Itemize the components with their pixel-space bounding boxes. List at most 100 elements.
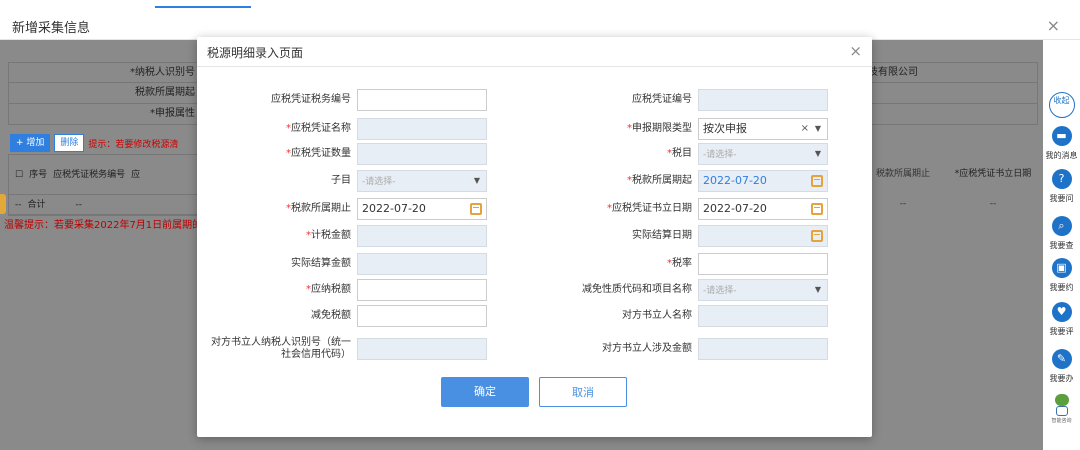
collapse-button[interactable]: 收起 bbox=[1043, 92, 1080, 118]
field-label: 减免性质代码和项目名称 bbox=[558, 284, 698, 296]
field-label-text: 应税凭证税务编号 bbox=[271, 94, 351, 105]
field-label: 对方书立人纳税人识别号（统一社会信用代码） bbox=[202, 337, 357, 361]
field-label-text: 税款所属期止 bbox=[291, 203, 351, 214]
form-row-r-3: *税款所属期起 2022-07-20 bbox=[558, 170, 828, 192]
field-label: *税款所属期起 bbox=[558, 175, 698, 187]
cancel-button[interactable]: 取消 bbox=[539, 377, 627, 407]
calendar-icon[interactable] bbox=[811, 230, 823, 242]
rail-item[interactable]: ▬ 我的消息 bbox=[1043, 126, 1080, 161]
close-icon[interactable]: × bbox=[849, 42, 862, 60]
field-label-text: 税目 bbox=[672, 148, 692, 159]
search-icon[interactable]: ⌕ bbox=[1051, 216, 1072, 236]
form-row-r-7: 减免性质代码和项目名称 -请选择- ▼ bbox=[558, 279, 828, 301]
bg-warning-text: 温馨提示：若要采集2022年7月1日前属期的税 bbox=[4, 220, 213, 231]
bg-total-label: 合计 bbox=[27, 200, 46, 210]
top-strip bbox=[0, 0, 1080, 8]
select-field[interactable]: 按次申报 ▼ × bbox=[698, 118, 828, 140]
heart-icon[interactable]: ♥ bbox=[1051, 302, 1072, 322]
rail-item[interactable]: ▣ 我要约 bbox=[1043, 258, 1080, 293]
question-icon[interactable]: ? bbox=[1051, 169, 1072, 189]
calendar-icon[interactable] bbox=[811, 203, 823, 215]
bg-add-button[interactable]: + 增加 bbox=[10, 134, 51, 152]
field-placeholder: -请选择- bbox=[703, 150, 737, 160]
bg-table-header: ☐ 序号 应税凭证税务编号 应 bbox=[9, 155, 197, 195]
collapse-icon[interactable]: 收起 bbox=[1048, 92, 1075, 118]
field-label-text: 应税凭证名称 bbox=[291, 123, 351, 134]
rail-item[interactable]: ♥ 我要评 bbox=[1043, 302, 1080, 337]
calendar-icon[interactable] bbox=[811, 175, 823, 187]
bg-label: 税款所属期起 bbox=[135, 87, 195, 98]
field-label: 子目 bbox=[202, 175, 357, 187]
text-field[interactable] bbox=[357, 305, 487, 327]
text-field[interactable] bbox=[357, 253, 487, 275]
field-label: *税款所属期止 bbox=[202, 203, 357, 215]
select-field[interactable]: -请选择- ▼ bbox=[698, 143, 828, 165]
text-field[interactable] bbox=[357, 338, 487, 360]
field-label: *计税金额 bbox=[202, 230, 357, 242]
bg-checkbox[interactable]: ☐ bbox=[9, 155, 23, 194]
text-field[interactable] bbox=[357, 225, 487, 247]
text-field[interactable] bbox=[357, 143, 487, 165]
bg-col-extra: 应 bbox=[131, 170, 141, 180]
field-label: *应纳税额 bbox=[202, 284, 357, 296]
text-field[interactable] bbox=[698, 338, 828, 360]
select-field[interactable]: -请选择- ▼ bbox=[698, 279, 828, 301]
rail-item-label: 我要评 bbox=[1049, 327, 1074, 336]
calendar-icon[interactable]: ▣ bbox=[1051, 258, 1072, 278]
bg-right-row: -- -- bbox=[858, 194, 1038, 214]
bg-delete-button[interactable]: 删除 bbox=[54, 134, 85, 152]
calendar-icon[interactable] bbox=[470, 203, 482, 215]
field-label-text: 税率 bbox=[672, 258, 692, 269]
select-field[interactable]: -请选择- ▼ bbox=[357, 170, 487, 192]
field-label: 实际结算金额 bbox=[202, 258, 357, 270]
field-value: 2022-07-20 bbox=[703, 202, 767, 215]
bg-company-name: 技有限公司 bbox=[868, 67, 918, 78]
message-icon[interactable]: ▬ bbox=[1051, 126, 1072, 146]
robot-assistant[interactable]: 智能咨询 bbox=[1043, 394, 1080, 424]
field-label: 实际结算日期 bbox=[558, 230, 698, 242]
tax-source-dialog: 税源明细录入页面 × 应税凭证税务编号 *应税凭证名称 *应税凭证数量 子目 -请选择-… bbox=[197, 37, 872, 437]
date-field[interactable]: 2022-07-20 bbox=[698, 170, 828, 192]
rail-item-label: 我的消息 bbox=[1045, 151, 1078, 160]
text-field[interactable] bbox=[698, 253, 828, 275]
date-field[interactable]: 2022-07-20 bbox=[357, 198, 487, 220]
chevron-down-icon[interactable]: ▼ bbox=[815, 144, 821, 164]
form-row-l-1: *应税凭证名称 bbox=[202, 118, 487, 140]
rail-item[interactable]: ⌕ 我要查 bbox=[1043, 216, 1080, 251]
field-label: 应税凭证税务编号 bbox=[202, 94, 357, 106]
bg-hint-text: 提示：若要修改税源清 bbox=[88, 139, 179, 150]
chevron-down-icon[interactable]: ▼ bbox=[474, 171, 480, 191]
confirm-button[interactable]: 确定 bbox=[441, 377, 529, 407]
text-field[interactable] bbox=[357, 118, 487, 140]
chevron-down-icon[interactable]: ▼ bbox=[815, 119, 821, 139]
field-label-text: 对方书立人涉及金额 bbox=[602, 343, 692, 354]
rail-item-label: 我要办 bbox=[1049, 374, 1074, 383]
bg-dash: -- bbox=[989, 199, 997, 209]
text-field[interactable] bbox=[698, 89, 828, 111]
form-row-l-5: *计税金额 bbox=[202, 225, 487, 247]
edit-icon[interactable]: ✎ bbox=[1051, 349, 1072, 369]
chevron-down-icon[interactable]: ▼ bbox=[815, 280, 821, 300]
help-rail: 收起 ▬ 我的消息 ? 我要问 ⌕ 我要查 ▣ 我要约 ♥ 我要评 ✎ 我要办 智能咨询 bbox=[1043, 40, 1080, 450]
field-label: *税率 bbox=[558, 258, 698, 270]
field-label-text: 实际结算日期 bbox=[632, 230, 692, 241]
text-field[interactable] bbox=[357, 279, 487, 301]
rail-item[interactable]: ✎ 我要办 bbox=[1043, 349, 1080, 384]
date-field[interactable]: 2022-07-20 bbox=[698, 198, 828, 220]
text-field[interactable] bbox=[357, 89, 487, 111]
field-label-text: 申报期限类型 bbox=[632, 123, 692, 134]
field-label-text: 税款所属期起 bbox=[632, 175, 692, 186]
field-label-text: 应税凭证编号 bbox=[632, 94, 692, 105]
rail-item[interactable]: ? 我要问 bbox=[1043, 169, 1080, 204]
text-field[interactable] bbox=[698, 305, 828, 327]
side-tab-handle[interactable] bbox=[0, 194, 6, 214]
field-label: 对方书立人涉及金额 bbox=[558, 343, 698, 355]
form-row-l-3: 子目 -请选择- ▼ bbox=[202, 170, 487, 192]
date-field[interactable] bbox=[698, 225, 828, 247]
form-row-l-0: 应税凭证税务编号 bbox=[202, 89, 487, 111]
field-label-text: 对方书立人纳税人识别号（统一社会信用代码） bbox=[211, 337, 351, 360]
clear-icon[interactable]: × bbox=[801, 119, 809, 139]
robot-icon[interactable]: 智能咨询 bbox=[1051, 394, 1072, 424]
outer-close-icon[interactable]: × bbox=[1047, 16, 1060, 35]
bg-dash: -- bbox=[15, 200, 22, 210]
